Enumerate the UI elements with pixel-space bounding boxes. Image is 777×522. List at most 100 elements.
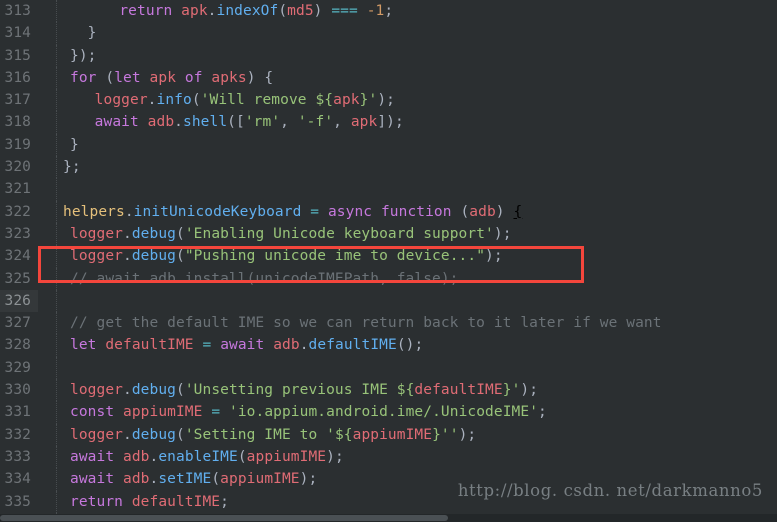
code-line-text: } (56, 22, 97, 44)
line-number: 325 (4, 270, 31, 287)
code-token: shell (183, 114, 228, 131)
code-line-text: await adb.shell(['rm', '-f', apk]); (56, 111, 404, 133)
code-token: await (70, 448, 115, 465)
code-token: ; (220, 493, 229, 510)
code-token: ${ (315, 92, 334, 109)
code-line[interactable]: 326 (0, 289, 777, 313)
code-token: ; (384, 3, 394, 19)
code-token: await (94, 114, 139, 131)
code-line-text: logger.debug('Enabling Unicode keyboard … (56, 223, 512, 245)
code-line[interactable]: 321 (0, 178, 777, 201)
code-token: ( (175, 248, 185, 265)
code-token: ); (493, 225, 512, 242)
code-token: } (502, 382, 512, 399)
line-number: 314 (4, 25, 31, 42)
code-token: function (380, 203, 452, 220)
code-token: ( (175, 382, 185, 399)
code-line[interactable]: 328 let defaultIME = await adb.defaultIME… (0, 334, 777, 357)
code-token: . (122, 225, 132, 242)
code-line[interactable]: 324 logger.debug("Pushing unicode ime to … (0, 245, 777, 268)
code-line-text: logger.debug("Pushing unicode ime to dev… (56, 245, 503, 267)
code-token: helpers (63, 203, 125, 220)
code-token: "Pushing unicode ime to device..." (184, 248, 486, 265)
code-line-text: }); (56, 45, 97, 67)
code-token: let (114, 69, 141, 86)
code-line[interactable]: 320}; (0, 156, 777, 179)
code-token: { (264, 69, 274, 86)
code-line[interactable]: 315}); (0, 44, 777, 67)
code-token: , (280, 114, 298, 131)
code-token: ([ (227, 114, 245, 131)
code-token: (); (396, 337, 424, 354)
code-token: ); (458, 426, 477, 443)
code-line[interactable]: 325 // await adb.install(unicodeIMEPath, … (0, 267, 777, 290)
code-token: debug (131, 382, 176, 399)
code-token: ( (237, 448, 247, 465)
code-token: ( (211, 471, 221, 488)
code-token: ); (520, 382, 539, 399)
code-token: . (174, 114, 184, 131)
line-number: 331 (4, 404, 31, 421)
code-token: appiumIME (352, 426, 433, 443)
horizontal-scrollbar-track[interactable] (0, 514, 777, 522)
code-line-text: await adb.enableIME(appiumIME); (56, 446, 344, 468)
code-line-text: logger.info('Will remove ${apk}'); (56, 89, 395, 111)
code-line[interactable]: 319} (0, 133, 777, 157)
code-line[interactable]: 331 const appiumIME = 'io.appium.android.… (0, 401, 777, 424)
code-token: info (156, 92, 192, 109)
code-token: . (122, 248, 132, 265)
line-number: 322 (4, 203, 31, 220)
code-line-text: // await adb.install(unicodeIMEPath, fal… (56, 268, 459, 290)
code-line[interactable]: 332 logger.debug('Setting IME to '${appiu… (0, 423, 777, 446)
code-line[interactable]: 316 for (let apk of apks) { (0, 66, 777, 90)
code-token: = (211, 404, 221, 421)
code-line[interactable]: 330 logger.debug('Unsetting previous IME … (0, 379, 777, 402)
code-line-text (56, 357, 63, 379)
code-token: adb (123, 471, 150, 488)
code-token: initUnicodeKeyboard (133, 203, 302, 220)
code-token: 'rm' (244, 114, 281, 131)
code-token: return (119, 3, 173, 19)
code-token: adb (273, 337, 300, 354)
line-number: 330 (4, 382, 31, 399)
code-token: . (207, 3, 217, 19)
code-token: adb (469, 203, 496, 220)
line-number: 334 (4, 471, 31, 488)
code-token: ) (246, 69, 256, 86)
code-token: } (432, 426, 441, 443)
code-token: async (327, 203, 373, 220)
code-token: apk (350, 114, 378, 131)
code-line[interactable]: 317 logger.info('Will remove ${apk}'); (0, 89, 777, 112)
horizontal-scrollbar-thumb[interactable] (0, 515, 448, 521)
code-token: }); (70, 47, 97, 64)
code-editor-pane[interactable]: 313 return apk.indexOf(md5) === -1; 314 }… (0, 0, 777, 522)
code-lines-container[interactable]: 313 return apk.indexOf(md5) === -1; 314 }… (0, 0, 777, 522)
code-token: ${ (334, 426, 353, 443)
code-token: ); (485, 248, 503, 265)
code-token: ); (299, 471, 318, 488)
code-token: '' (440, 426, 459, 443)
code-line[interactable]: 322 helpers.initUnicodeKeyboard = async f… (0, 200, 777, 223)
code-line[interactable]: 313 return apk.indexOf(md5) === -1; (0, 0, 777, 23)
code-line[interactable]: 327 // get the default IME so we can retu… (0, 312, 777, 335)
code-token: await (220, 337, 265, 354)
line-number: 321 (4, 181, 31, 198)
code-token: defaultIME (308, 337, 397, 354)
code-line[interactable]: 318 await adb.shell(['rm', '-f', apk]); (0, 111, 777, 134)
code-line[interactable]: 333 await adb.enableIME(appiumIME); (0, 445, 777, 469)
code-line[interactable]: 323 logger.debug('Enabling Unicode keyboa… (0, 222, 777, 246)
code-line-text: // get the default IME so we can return … (56, 312, 662, 334)
code-line-text: let defaultIME = await adb.defaultIME(); (56, 334, 423, 356)
line-number: 327 (4, 315, 31, 332)
code-token: -1 (366, 3, 385, 19)
code-line[interactable]: 314 } (0, 22, 777, 45)
code-line[interactable]: 329 (0, 356, 777, 380)
code-line-text: const appiumIME = 'io.appium.android.ime… (56, 401, 547, 423)
